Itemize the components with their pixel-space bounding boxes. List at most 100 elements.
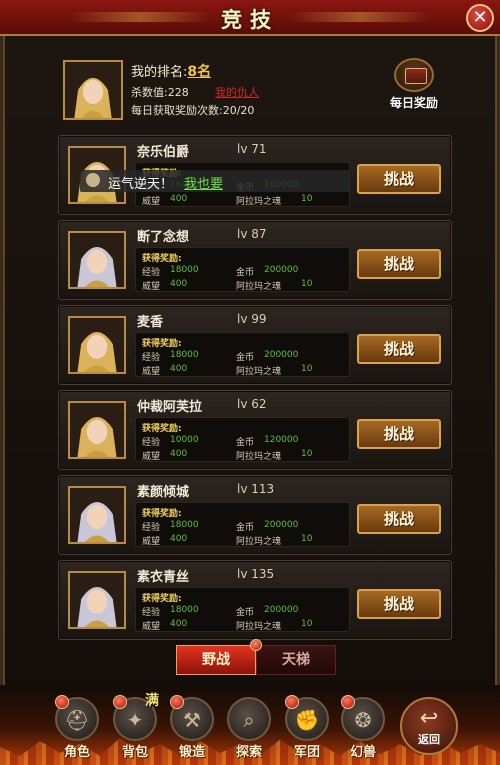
mode-tabs: 野战 天梯 [176, 639, 336, 675]
exp-value: 18000 [170, 350, 199, 360]
opponent-card-6: 素衣青丝 lv 135 获得奖励: 经验 18000 威望 400 金币 200… [58, 560, 452, 640]
rewards-header: 获得奖励: [142, 339, 182, 349]
nav-glyph: ⌕ [243, 708, 255, 732]
rank-label: 我的排名: [131, 65, 188, 80]
nav-label: 角色 [63, 745, 90, 760]
exp-value: 18000 [170, 265, 199, 275]
tab-gem-icon [250, 639, 262, 651]
opponent-level: lv 135 [237, 567, 275, 581]
soul-value: 10 [301, 619, 313, 629]
prestige-label: 威望 [142, 622, 161, 632]
notification-dot-icon [113, 695, 127, 709]
opponent-name: 仲裁阿芙拉 [137, 400, 203, 415]
prestige-label: 威望 [142, 537, 161, 547]
anvil-icon: ⚒ [170, 695, 214, 741]
rewards-header: 获得奖励: [142, 509, 182, 519]
nav-label: 背包 [121, 745, 148, 760]
soul-value: 10 [301, 279, 313, 289]
gold-value: 200000 [264, 605, 299, 615]
soul-label: 阿拉玛之魂 [236, 367, 282, 377]
nav-item-4[interactable]: ⌕ 探索 [224, 697, 274, 761]
prestige-value: 400 [170, 194, 188, 204]
nav-label: 锻造 [178, 745, 205, 760]
opponent-name: 麦香 [137, 315, 164, 330]
nav-item-6[interactable]: ❂ 幻兽 [338, 695, 388, 761]
kills-line: 杀数值:228 [131, 84, 189, 100]
prestige-label: 威望 [142, 197, 161, 207]
nav-label: 军团 [293, 745, 320, 760]
tab-ladder[interactable]: 天梯 [256, 645, 336, 675]
nav-glyph: ❂ [354, 708, 372, 732]
gauntlet-icon: ✊ [285, 695, 329, 741]
opponent-name: 断了念想 [137, 230, 190, 245]
soul-value: 10 [301, 449, 313, 459]
challenge-button[interactable]: 挑战 [357, 164, 441, 194]
opponent-avatar [68, 486, 126, 544]
rank-value: 8名 [187, 64, 212, 80]
challenge-button[interactable]: 挑战 [357, 249, 441, 279]
daily-reward-label: 每日奖励 [389, 96, 438, 110]
daily-reward-button[interactable]: 每日奖励 [384, 58, 444, 114]
challenge-button[interactable]: 挑战 [357, 334, 441, 364]
challenge-button[interactable]: 挑战 [357, 419, 441, 449]
challenge-button[interactable]: 挑战 [357, 504, 441, 534]
close-button[interactable]: ✕ [466, 4, 494, 32]
kills-label: 杀数值: [131, 86, 168, 99]
back-button[interactable]: ↩ 返回 [400, 697, 458, 755]
rewards-box: 获得奖励: 经验 18000 威望 400 金币 200000 阿拉玛之魂 10 [135, 247, 350, 292]
close-icon: ✕ [472, 7, 488, 28]
tab-field[interactable]: 野战 [176, 645, 256, 675]
prestige-label: 威望 [142, 282, 161, 292]
nav-item-5[interactable]: ✊ 军团 [282, 695, 332, 761]
gold-value: 200000 [264, 350, 299, 360]
toast-link[interactable]: 我也要 [184, 173, 223, 192]
soul-value: 10 [301, 194, 313, 204]
beast-icon: ❂ [341, 695, 385, 741]
helmet-icon: ⛑ [55, 695, 99, 741]
soul-label: 阿拉玛之魂 [236, 537, 282, 547]
exp-value: 10000 [170, 435, 199, 445]
exp-label: 经验 [142, 523, 161, 533]
opponent-card-5: 素颜倾城 lv 113 获得奖励: 经验 18000 威望 400 金币 200… [58, 475, 452, 555]
notification-dot-icon [170, 695, 184, 709]
opponent-level: lv 87 [237, 227, 267, 241]
rewards-box: 获得奖励: 经验 10000 威望 400 金币 120000 阿拉玛之魂 10 [135, 417, 350, 462]
gold-label: 金币 [236, 268, 255, 278]
notification-dot-icon [55, 695, 69, 709]
rewards-box: 获得奖励: 经验 18000 威望 400 金币 200000 阿拉玛之魂 10 [135, 587, 350, 632]
nav-label: 幻兽 [349, 745, 376, 760]
opponent-level: lv 71 [237, 142, 267, 156]
soul-value: 10 [301, 534, 313, 544]
opponent-card-3: 麦香 lv 99 获得奖励: 经验 18000 威望 400 金币 200000… [58, 305, 452, 385]
prestige-value: 400 [170, 449, 188, 459]
nav-item-3[interactable]: ⚒ 锻造 [167, 695, 217, 761]
opponent-name: 奈乐伯爵 [137, 145, 190, 160]
rewards-header: 获得奖励: [142, 594, 182, 604]
soul-label: 阿拉玛之魂 [236, 622, 282, 632]
bag-full-badge: 满 [145, 693, 159, 709]
nav-item-1[interactable]: ⛑ 角色 [52, 695, 102, 761]
opponent-level: lv 99 [237, 312, 267, 326]
enemy-link[interactable]: 我的仇人 [215, 84, 259, 100]
opponent-card-4: 仲裁阿芙拉 lv 62 获得奖励: 经验 10000 威望 400 金币 120… [58, 390, 452, 470]
prestige-label: 威望 [142, 367, 161, 377]
page-title: 竞技 [221, 8, 279, 32]
nav-glyph: ✦ [126, 708, 144, 732]
opponent-name: 素衣青丝 [137, 570, 190, 585]
daily-count-label: 每日获取奖励次数: [131, 104, 223, 117]
exp-value: 18000 [170, 605, 199, 615]
kills-value: 228 [167, 86, 189, 99]
notification-dot-icon [285, 695, 299, 709]
daily-count-value: 20/20 [222, 104, 255, 117]
exp-label: 经验 [142, 608, 161, 618]
opponent-avatar [68, 571, 126, 629]
soul-label: 阿拉玛之魂 [236, 282, 282, 292]
face-icon [86, 173, 100, 187]
challenge-button[interactable]: 挑战 [357, 589, 441, 619]
nav-label: 探索 [235, 745, 262, 760]
opponent-avatar [68, 316, 126, 374]
gold-label: 金币 [236, 438, 255, 448]
rank-line: 我的排名:8名 [131, 61, 211, 81]
opponent-level: lv 62 [237, 397, 267, 411]
nav-glyph: ⚒ [183, 708, 201, 732]
